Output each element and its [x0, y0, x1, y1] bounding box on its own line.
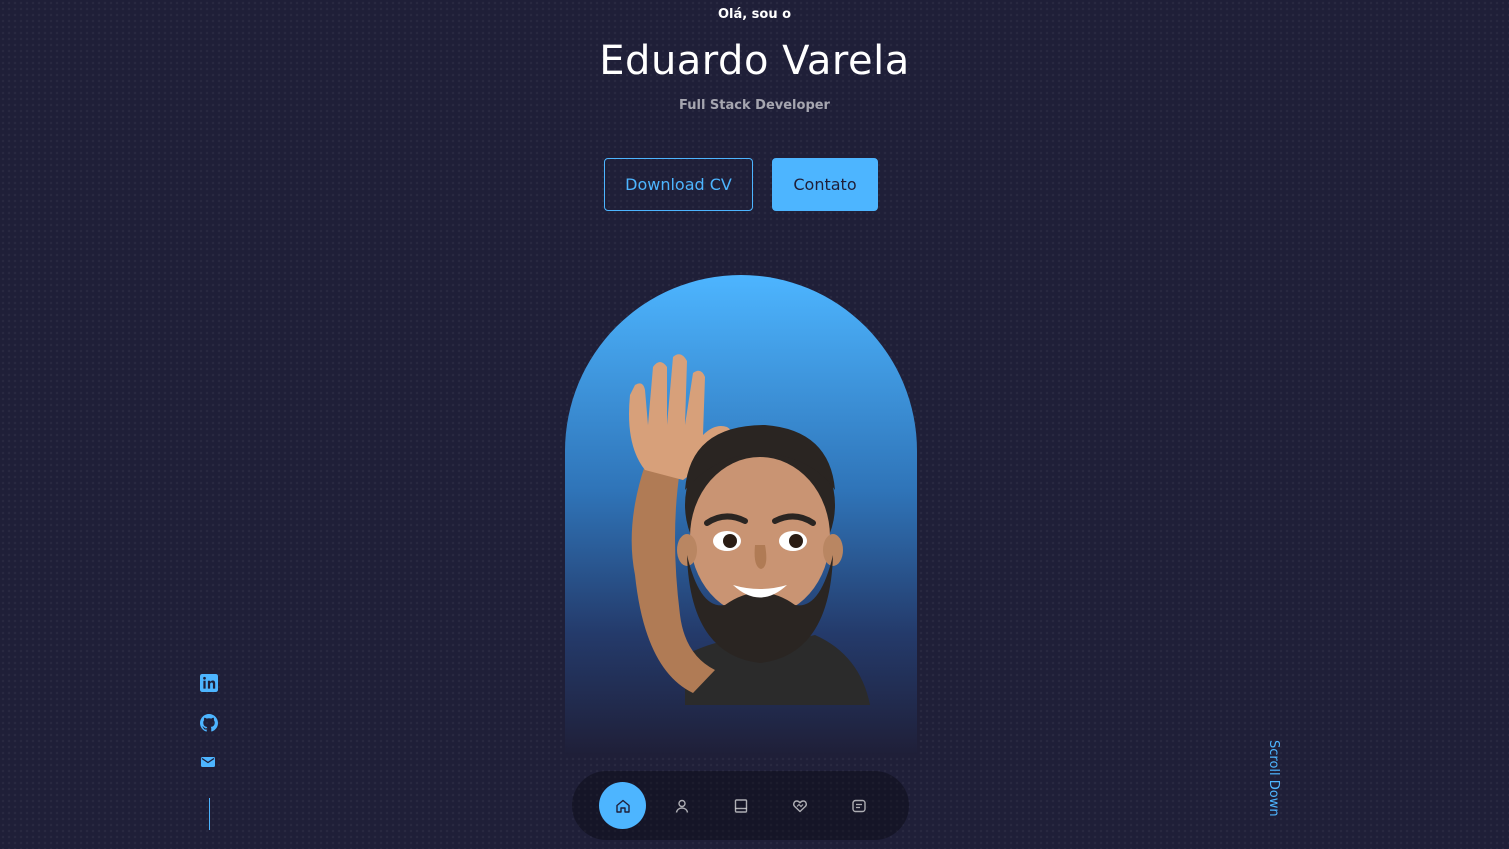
nav-home-button[interactable]	[599, 782, 646, 829]
bottom-navbar	[572, 771, 909, 840]
nav-services-button[interactable]	[776, 782, 823, 829]
social-links	[200, 674, 218, 830]
scroll-down-link[interactable]: Scroll Down	[1266, 740, 1281, 817]
cta-group: Download CV Contato	[604, 158, 878, 211]
nav-contact-button[interactable]	[835, 782, 882, 829]
nav-about-button[interactable]	[658, 782, 705, 829]
avatar	[565, 275, 917, 755]
message-icon	[851, 799, 866, 812]
page-title: Eduardo Varela	[599, 38, 910, 84]
services-icon	[792, 799, 807, 812]
role-subtitle: Full Stack Developer	[679, 98, 830, 113]
download-cv-button[interactable]: Download CV	[604, 158, 753, 211]
home-icon	[615, 799, 630, 813]
user-icon	[675, 799, 688, 813]
nav-experience-button[interactable]	[717, 782, 764, 829]
contact-button[interactable]: Contato	[772, 158, 878, 211]
github-icon[interactable]	[200, 714, 218, 732]
mail-icon[interactable]	[200, 754, 218, 772]
linkedin-icon[interactable]	[200, 674, 218, 692]
greeting-text: Olá, sou o	[717, 7, 792, 22]
book-icon	[734, 798, 747, 813]
memoji-illustration	[629, 354, 870, 705]
social-divider-line	[208, 798, 210, 830]
